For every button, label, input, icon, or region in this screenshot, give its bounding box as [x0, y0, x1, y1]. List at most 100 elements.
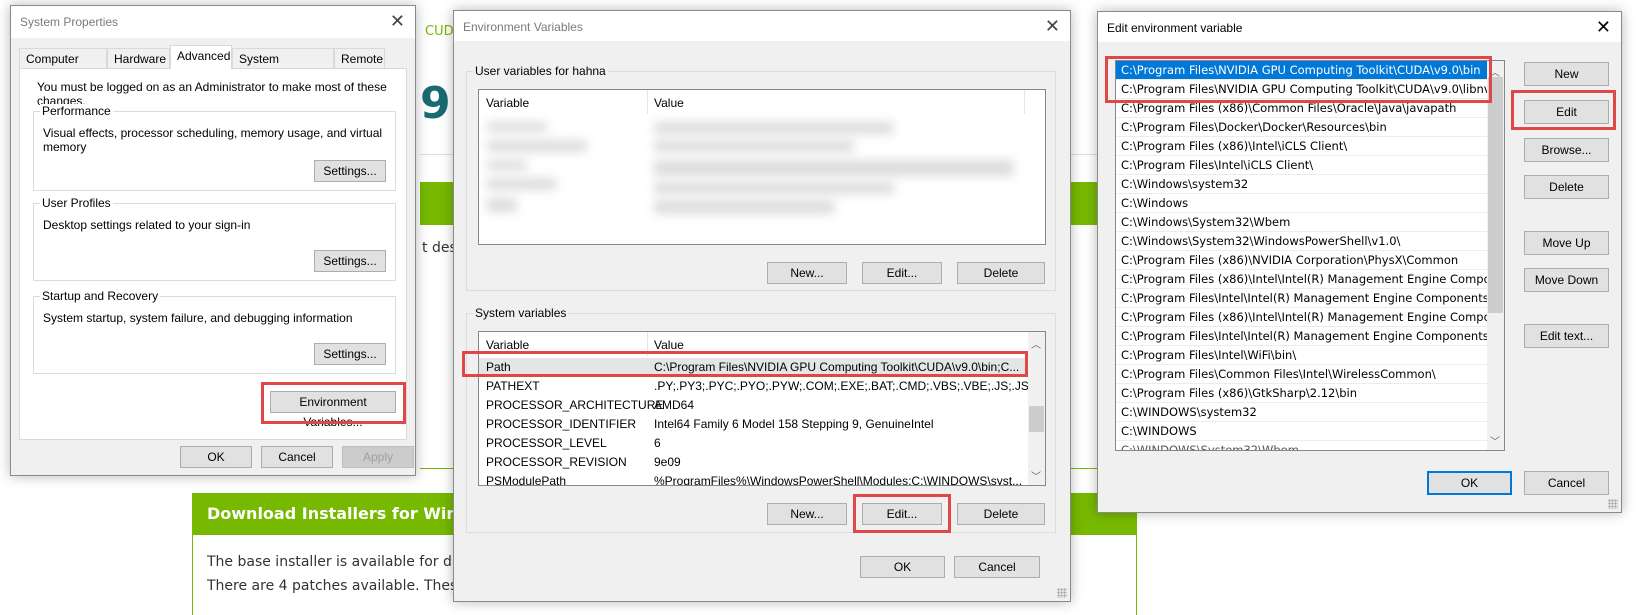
window-title: System Properties	[20, 15, 119, 29]
table-row[interactable]: Path C:\Program Files\NVIDIA GPU Computi…	[479, 358, 1045, 377]
column-header-value[interactable]: Value	[654, 338, 684, 352]
breadcrumb[interactable]: CUD	[425, 24, 454, 39]
performance-settings-button[interactable]: Settings...	[314, 160, 386, 182]
edit-text-button[interactable]: Edit text...	[1524, 324, 1609, 348]
column-separator[interactable]	[1024, 90, 1025, 114]
apply-button[interactable]: Apply	[342, 446, 414, 468]
user-edit-button[interactable]: Edit...	[862, 262, 942, 284]
system-properties-window: System Properties ✕ Computer Name Hardwa…	[10, 5, 416, 476]
scroll-up-icon[interactable]: ︿	[1031, 336, 1041, 351]
advanced-tab-panel: You must be logged on as an Administrato…	[19, 68, 407, 440]
ok-button[interactable]: OK	[180, 446, 252, 468]
system-edit-button[interactable]: Edit...	[862, 503, 942, 525]
column-header-variable[interactable]: Variable	[486, 96, 529, 110]
environment-variables-button[interactable]: Environment Variables...	[270, 391, 396, 429]
path-list-item[interactable]: C:\Program Files\Intel\Intel(R) Manageme…	[1116, 327, 1488, 346]
scroll-down-icon[interactable]: ﹀	[1031, 468, 1041, 483]
system-variables-group: System variables Variable Value Path C:\…	[462, 306, 1056, 533]
ok-button[interactable]: OK	[1427, 471, 1512, 495]
user-new-button[interactable]: New...	[767, 262, 847, 284]
window-title: Edit environment variable	[1107, 21, 1243, 35]
group-label: System variables	[473, 306, 569, 320]
delete-button[interactable]: Delete	[1524, 175, 1609, 199]
path-list-item[interactable]: C:\WINDOWS\system32	[1116, 403, 1488, 422]
close-icon[interactable]: ✕	[1596, 17, 1611, 38]
variable-name: PSModulePath	[486, 474, 567, 486]
path-list[interactable]: C:\Program Files\NVIDIA GPU Computing To…	[1115, 60, 1505, 451]
path-items: C:\Program Files\NVIDIA GPU Computing To…	[1116, 61, 1504, 450]
user-variables-group: User variables for hahna Variable Value	[466, 64, 1056, 291]
table-row[interactable]: PSModulePath %ProgramFiles%\WindowsPower…	[479, 472, 1045, 486]
user-profiles-settings-button[interactable]: Settings...	[314, 250, 386, 272]
path-list-item[interactable]: C:\Program Files\Docker\Docker\Resources…	[1116, 118, 1488, 137]
path-list-item[interactable]: C:\Program Files (x86)\Intel\Intel(R) Ma…	[1116, 270, 1488, 289]
group-description: Desktop settings related to your sign-in	[43, 218, 251, 232]
path-list-item[interactable]: C:\Windows\System32\Wbem	[1116, 213, 1488, 232]
table-row[interactable]: PATHEXT .PY;.PY3;.PYC;.PYO;.PYW;.COM;.EX…	[479, 377, 1045, 396]
path-list-item[interactable]: C:\Windows	[1116, 194, 1488, 213]
system-new-button[interactable]: New...	[767, 503, 847, 525]
ok-button[interactable]: OK	[860, 556, 945, 578]
path-list-item[interactable]: C:\Windows\System32\WindowsPowerShell\v1…	[1116, 232, 1488, 251]
table-row[interactable]: PROCESSOR_IDENTIFIER Intel64 Family 6 Mo…	[479, 415, 1045, 434]
path-list-item[interactable]: C:\Program Files (x86)\Intel\iCLS Client…	[1116, 137, 1488, 156]
column-separator[interactable]	[647, 332, 648, 356]
cancel-button[interactable]: Cancel	[261, 446, 333, 468]
startup-recovery-settings-button[interactable]: Settings...	[314, 343, 386, 365]
cancel-button[interactable]: Cancel	[1524, 471, 1609, 495]
vertical-scrollbar[interactable]: ︿ ﹀	[1487, 61, 1504, 450]
tab-hardware[interactable]: Hardware	[107, 48, 170, 69]
new-button[interactable]: New	[1524, 62, 1609, 86]
path-list-item[interactable]: C:\Program Files\NVIDIA GPU Computing To…	[1116, 80, 1488, 99]
column-separator[interactable]	[647, 90, 648, 114]
variable-name: PROCESSOR_ARCHITECTURE	[486, 398, 664, 412]
close-icon[interactable]: ✕	[1045, 16, 1060, 37]
variable-name: Path	[486, 360, 511, 374]
user-delete-button[interactable]: Delete	[957, 262, 1045, 284]
path-list-item[interactable]: C:\Program Files\NVIDIA GPU Computing To…	[1116, 61, 1488, 80]
environment-variables-window: Environment Variables ✕ User variables f…	[453, 10, 1071, 602]
title-bar[interactable]: System Properties ✕	[11, 6, 415, 38]
system-delete-button[interactable]: Delete	[957, 503, 1045, 525]
path-list-item[interactable]: C:\Program Files\Common Files\Intel\Wire…	[1116, 365, 1488, 384]
close-icon[interactable]: ✕	[390, 11, 405, 32]
path-list-item[interactable]: C:\Windows\system32	[1116, 175, 1488, 194]
tab-system-protection[interactable]: System Protection	[232, 48, 334, 86]
title-bar[interactable]: Environment Variables ✕	[454, 11, 1070, 41]
table-row[interactable]: PROCESSOR_REVISION 9e09	[479, 453, 1045, 472]
tab-computer-name[interactable]: Computer Name	[19, 48, 107, 86]
path-list-item[interactable]: C:\Program Files (x86)\Common Files\Orac…	[1116, 99, 1488, 118]
path-list-item[interactable]: C:\Program Files (x86)\GtkSharp\2.12\bin	[1116, 384, 1488, 403]
resize-grip[interactable]	[1608, 499, 1618, 509]
path-list-item[interactable]: C:\Program Files (x86)\Intel\Intel(R) Ma…	[1116, 308, 1488, 327]
scrollbar-thumb[interactable]	[1029, 406, 1044, 432]
resize-grip[interactable]	[1057, 588, 1067, 598]
group-label: User variables for hahna	[473, 64, 608, 78]
system-variables-list[interactable]: Variable Value Path C:\Program Files\NVI…	[478, 331, 1046, 486]
move-up-button[interactable]: Move Up	[1524, 231, 1609, 255]
cancel-button[interactable]: Cancel	[954, 556, 1040, 578]
title-bar[interactable]: Edit environment variable ✕	[1098, 12, 1621, 42]
variable-name: PATHEXT	[486, 379, 540, 393]
column-header-value[interactable]: Value	[654, 96, 684, 110]
path-list-item[interactable]: C:\WINDOWS\System32\Wbem	[1116, 441, 1488, 450]
scroll-down-icon[interactable]: ﹀	[1490, 433, 1500, 448]
column-header-variable[interactable]: Variable	[486, 338, 529, 352]
user-variables-list[interactable]: Variable Value	[478, 89, 1046, 245]
path-list-item[interactable]: C:\Program Files\Intel\Intel(R) Manageme…	[1116, 289, 1488, 308]
path-list-item[interactable]: C:\WINDOWS	[1116, 422, 1488, 441]
tab-advanced[interactable]: Advanced	[170, 45, 232, 69]
tab-remote[interactable]: Remote	[334, 48, 385, 69]
table-row[interactable]: PROCESSOR_LEVEL 6	[479, 434, 1045, 453]
path-list-item[interactable]: C:\Program Files\Intel\WiFi\bin\	[1116, 346, 1488, 365]
scrollbar-thumb[interactable]	[1488, 77, 1503, 313]
path-list-item[interactable]: C:\Program Files (x86)\NVIDIA Corporatio…	[1116, 251, 1488, 270]
vertical-scrollbar[interactable]: ︿ ﹀	[1028, 332, 1045, 485]
edit-environment-variable-window: Edit environment variable ✕ C:\Program F…	[1097, 11, 1622, 513]
variable-name: PROCESSOR_LEVEL	[486, 436, 607, 450]
browse-button[interactable]: Browse...	[1524, 138, 1609, 162]
edit-button[interactable]: Edit	[1524, 100, 1609, 124]
path-list-item[interactable]: C:\Program Files\Intel\iCLS Client\	[1116, 156, 1488, 175]
table-row[interactable]: PROCESSOR_ARCHITECTURE AMD64	[479, 396, 1045, 415]
move-down-button[interactable]: Move Down	[1524, 268, 1609, 292]
